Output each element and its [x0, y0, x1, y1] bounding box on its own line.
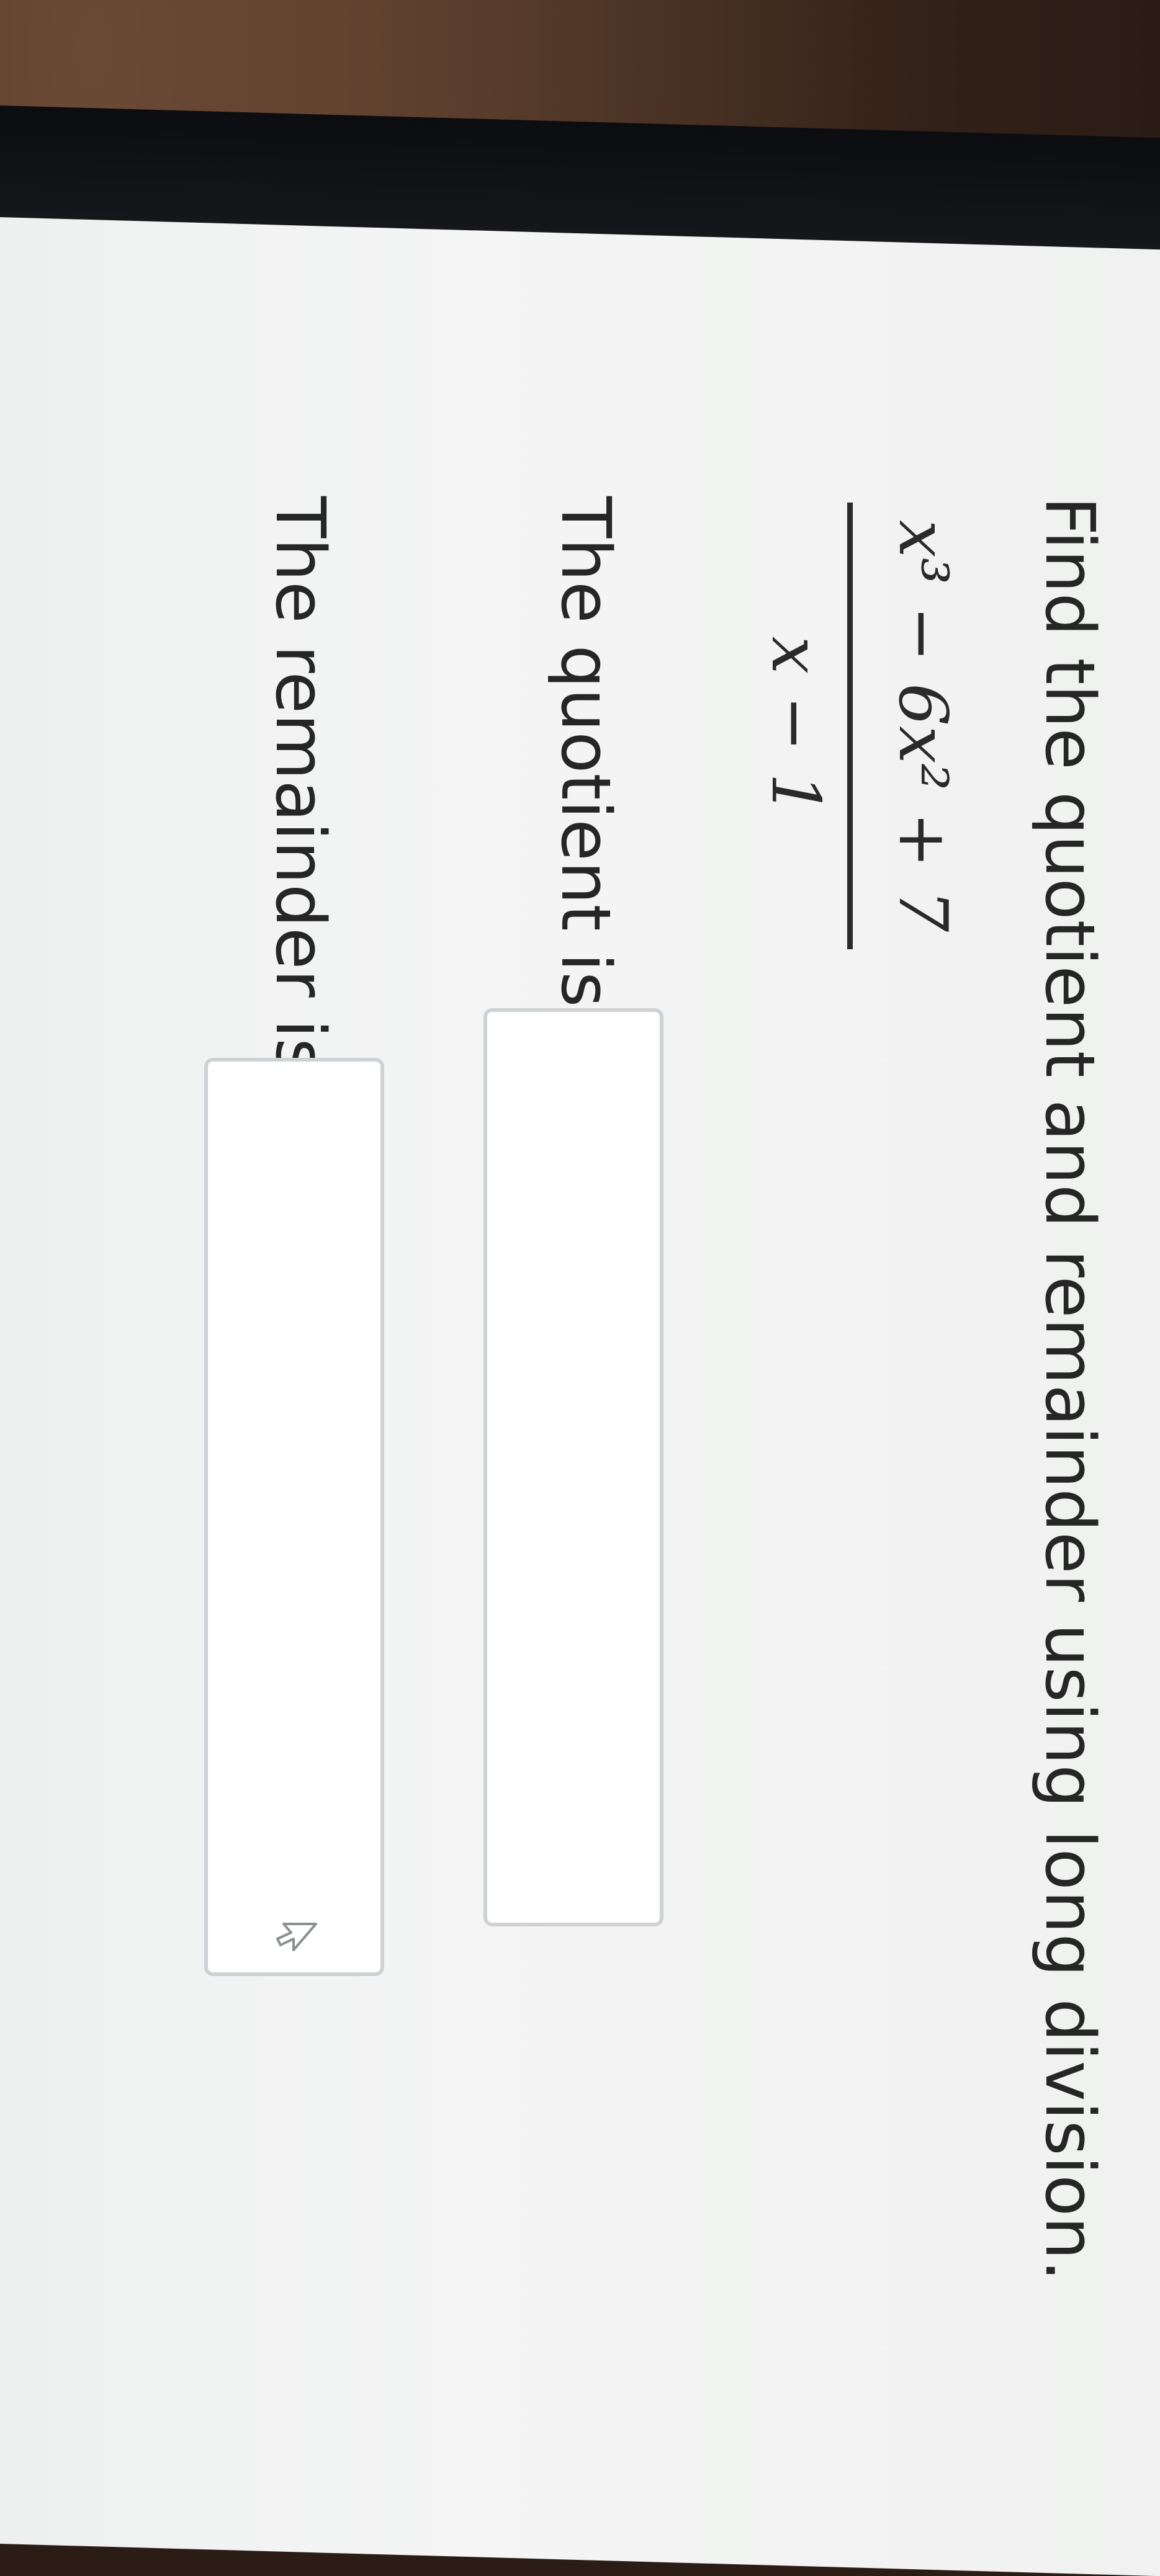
polynomial-fraction: x³ − 6x² + 7 x − 1	[701, 503, 961, 949]
fraction-bar	[847, 503, 853, 949]
question-panel: Find the quotient and remainder using lo…	[0, 447, 1160, 2432]
fraction-numerator: x³ − 6x² + 7	[884, 519, 961, 932]
fraction-denominator: x − 1	[757, 636, 834, 816]
quotient-label: The quotient is	[546, 496, 626, 1008]
remainder-input[interactable]	[204, 1058, 384, 1976]
question-prompt: Find the quotient and remainder using lo…	[1030, 496, 1110, 2282]
cursor-arrow-icon	[276, 1923, 317, 1951]
quotient-input[interactable]	[483, 1008, 663, 1926]
remainder-label: The remainder is	[261, 496, 340, 1074]
